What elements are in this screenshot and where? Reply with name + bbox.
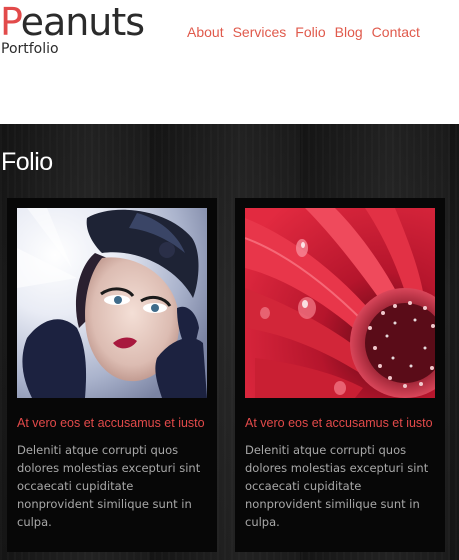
portfolio-card-description: Deleniti atque corrupti quos dolores mol… [17, 443, 201, 529]
nav-contact-link[interactable]: Contact [372, 24, 420, 40]
main-nav: About Services Folio Blog Contact [187, 24, 429, 40]
nav-about-link[interactable]: About [187, 24, 224, 40]
portfolio-card-title[interactable]: At vero eos et accusamus et iusto [245, 416, 441, 430]
logo[interactable]: Peanuts Portfolio [0, 0, 146, 56]
portfolio-card-title[interactable]: At vero eos et accusamus et iusto [17, 416, 213, 430]
logo-name: eanuts [20, 0, 146, 44]
logo-initial: P [0, 0, 22, 44]
nav-blog-link[interactable]: Blog [335, 24, 363, 40]
portfolio-card: At vero eos et accusamus et iusto Deleni… [7, 198, 217, 552]
red-flower-image [245, 208, 435, 398]
nav-folio-link[interactable]: Folio [295, 24, 325, 40]
portfolio-card: At vero eos et accusamus et iusto Deleni… [235, 198, 445, 552]
portfolio-image-flower[interactable] [245, 208, 435, 398]
woman-portrait-image [17, 208, 207, 398]
folio-section: Folio At vero eos et accusamus et iusto … [0, 124, 459, 560]
logo-tagline: Portfolio [1, 41, 59, 57]
logo-title: Peanuts [0, 0, 146, 44]
portfolio-card-description: Deleniti atque corrupti quos dolores mol… [245, 443, 429, 529]
site-header: Peanuts Portfolio About Services Folio B… [0, 0, 459, 124]
folio-title: Folio [1, 148, 53, 176]
nav-services-link[interactable]: Services [233, 24, 287, 40]
portfolio-image-woman[interactable] [17, 208, 207, 398]
